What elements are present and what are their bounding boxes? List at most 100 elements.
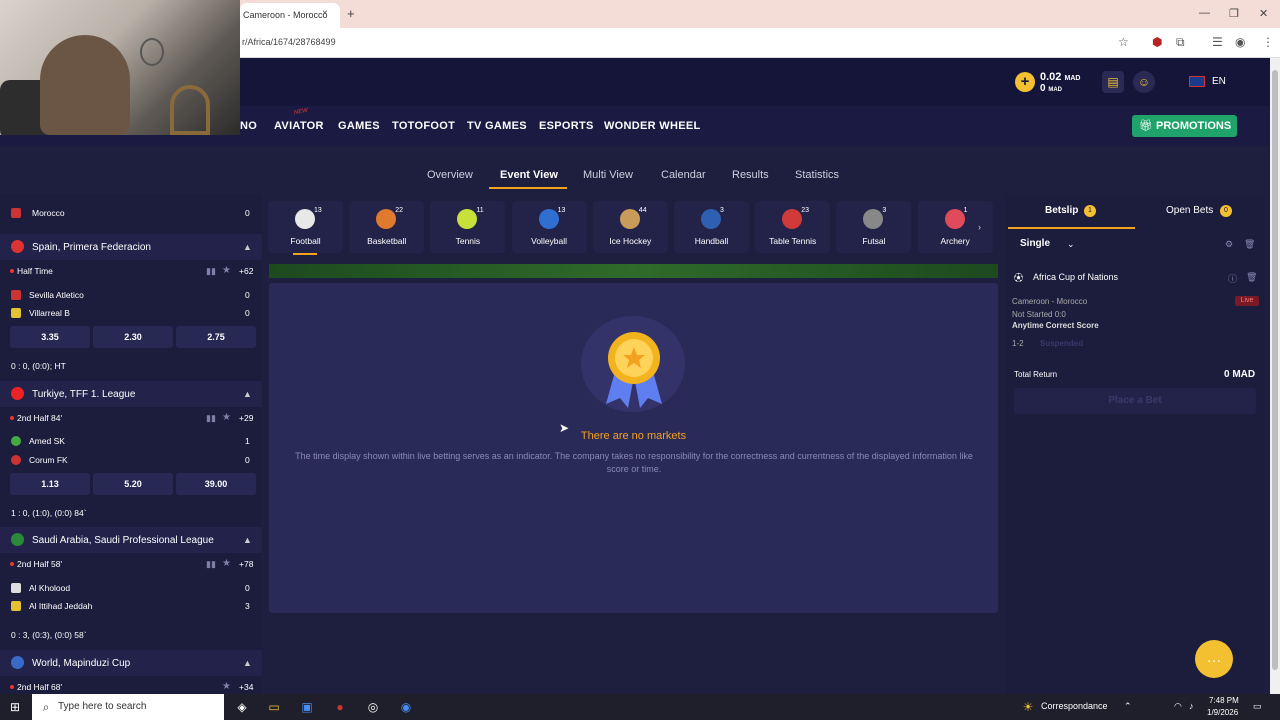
team-name[interactable]: Morocco: [32, 208, 65, 218]
taskbar-search[interactable]: Type here to search: [32, 694, 224, 720]
sport-tab-futsal[interactable]: 3 Futsal: [836, 201, 912, 253]
tray-chevron-icon[interactable]: ⌃: [1124, 701, 1132, 712]
tab-multi-view[interactable]: Multi View: [583, 169, 633, 181]
uk-flag-icon[interactable]: [1189, 76, 1205, 87]
sport-tab-volleyball[interactable]: 13 Volleyball: [511, 201, 587, 253]
tab-betslip[interactable]: Betslip: [1045, 205, 1078, 216]
place-bet-button[interactable]: Place a Bet: [1014, 388, 1256, 414]
tab-overview[interactable]: Overview: [427, 169, 473, 181]
nav-wonder-wheel[interactable]: WONDER WHEEL: [604, 120, 700, 132]
star-bookmark-icon[interactable]: ☆: [1118, 35, 1129, 49]
speaker-icon[interactable]: ♪: [1189, 701, 1194, 711]
windows-start-icon[interactable]: ⊞: [6, 698, 24, 716]
nav-esports[interactable]: ESPORTS: [539, 120, 594, 132]
weather-text[interactable]: Correspondance: [1041, 701, 1108, 711]
odd-button[interactable]: 2.75: [176, 326, 256, 348]
sport-tab-ice-hockey[interactable]: 44 Ice Hockey: [592, 201, 668, 253]
coupon-icon[interactable]: ▤: [1102, 71, 1124, 93]
more-markets-count[interactable]: +78: [239, 559, 253, 569]
more-markets-count[interactable]: +34: [239, 682, 253, 692]
odd-button[interactable]: 5.20: [93, 473, 173, 495]
team-name[interactable]: Al Kholood: [29, 583, 70, 593]
stats-icon[interactable]: ▮▮: [206, 413, 216, 424]
copilot-icon[interactable]: ◈: [233, 698, 251, 716]
language-selector[interactable]: EN: [1212, 76, 1226, 87]
puzzle-icon[interactable]: ⧉: [1176, 35, 1185, 50]
chevron-up-icon[interactable]: ▲: [243, 535, 252, 545]
tab-statistics[interactable]: Statistics: [795, 169, 839, 181]
nav-aviator[interactable]: AVIATOR: [274, 120, 324, 132]
favorite-star-icon[interactable]: ★: [222, 412, 231, 423]
team-name[interactable]: Sevilla Atletico: [29, 290, 84, 300]
stats-icon[interactable]: ▮▮: [206, 266, 216, 277]
match-result: 1 : 0, (1:0), (0:0) 84`: [11, 508, 87, 518]
team-name[interactable]: Villarreal B: [29, 308, 70, 318]
wifi-icon[interactable]: ◠: [1174, 701, 1182, 712]
sport-tab-tennis[interactable]: 11 Tennis: [430, 201, 506, 253]
clock-date[interactable]: 1/9/2026: [1207, 708, 1238, 717]
odd-button[interactable]: 3.35: [10, 326, 90, 348]
chevron-up-icon[interactable]: ▲: [243, 389, 252, 399]
chevron-up-icon[interactable]: ▲: [243, 658, 252, 668]
favorite-star-icon[interactable]: ★: [222, 558, 231, 569]
chevron-up-icon[interactable]: ▲: [243, 242, 252, 252]
tab-results[interactable]: Results: [732, 169, 769, 181]
odd-button[interactable]: 2.30: [93, 326, 173, 348]
gear-icon[interactable]: ⚙: [1225, 239, 1233, 250]
new-tab-button[interactable]: +: [347, 6, 355, 21]
chat-icon[interactable]: …: [1195, 640, 1233, 678]
team-name[interactable]: Amed SK: [29, 436, 65, 446]
tab-open-bets[interactable]: Open Bets: [1166, 205, 1213, 216]
sport-tab-football[interactable]: 13 Football: [268, 201, 343, 253]
league-name[interactable]: World, Mapinduzi Cup: [32, 658, 130, 669]
favorite-star-icon[interactable]: ★: [222, 265, 231, 276]
team-name[interactable]: Corum FK: [29, 455, 68, 465]
odd-button[interactable]: 39.00: [176, 473, 256, 495]
trash-icon[interactable]: 🗑︎: [1246, 272, 1257, 283]
nav-tv-games[interactable]: TV GAMES: [467, 120, 527, 132]
league-name[interactable]: Saudi Arabia, Saudi Professional League: [32, 535, 214, 546]
stats-icon[interactable]: ▮▮: [206, 559, 216, 570]
clock-time[interactable]: 7:48 PM: [1209, 696, 1239, 705]
close-window-button[interactable]: ✕: [1259, 7, 1268, 20]
minimize-button[interactable]: —: [1199, 7, 1210, 19]
chevron-right-icon[interactable]: ›: [978, 222, 981, 232]
nav-games[interactable]: GAMES: [338, 120, 380, 132]
more-markets-count[interactable]: +62: [239, 266, 253, 276]
notification-icon[interactable]: ▭: [1253, 701, 1262, 712]
app-icon[interactable]: ◎: [364, 698, 382, 716]
league-name[interactable]: Turkiye, TFF 1. League: [32, 389, 135, 400]
playlist-icon[interactable]: ☰: [1212, 35, 1223, 49]
maximize-button[interactable]: ❐: [1229, 7, 1239, 20]
url-text[interactable]: r/Africa/1674/28768499: [242, 37, 336, 47]
sport-tab-handball[interactable]: 3 Handball: [674, 201, 749, 253]
tab-close-icon[interactable]: ×: [322, 8, 328, 19]
nav-totofoot[interactable]: TOTOFOOT: [392, 120, 455, 132]
balance-coin-icon[interactable]: +: [1015, 72, 1035, 92]
more-markets-count[interactable]: +29: [239, 413, 253, 423]
tab-event-view[interactable]: Event View: [500, 169, 558, 181]
mouse-cursor-icon: ➤: [559, 421, 570, 435]
store-icon[interactable]: ▣: [298, 698, 316, 716]
sport-tab-basketball[interactable]: 22 Basketball: [349, 201, 425, 253]
profile-icon[interactable]: ◉: [1235, 35, 1245, 49]
league-name[interactable]: Spain, Primera Federacion: [32, 242, 151, 253]
scrollbar-thumb[interactable]: [1272, 70, 1278, 670]
tab-calendar[interactable]: Calendar: [661, 169, 706, 181]
bet-type-dropdown[interactable]: Single: [1020, 238, 1050, 249]
favorite-star-icon[interactable]: ★: [222, 681, 231, 692]
app-icon[interactable]: ●: [331, 698, 349, 716]
user-account-icon[interactable]: ☺: [1133, 71, 1155, 93]
odd-button[interactable]: 1.13: [10, 473, 90, 495]
sport-tab-table-tennis[interactable]: 23 Table Tennis: [755, 201, 831, 253]
menu-dots-icon[interactable]: ⋮: [1262, 35, 1274, 49]
info-icon[interactable]: ⓘ: [1228, 272, 1237, 285]
nav-casino[interactable]: NO: [240, 120, 257, 132]
file-explorer-icon[interactable]: ▭: [265, 698, 283, 716]
chevron-down-icon[interactable]: ⌄: [1067, 239, 1075, 250]
trash-icon[interactable]: 🗑︎: [1244, 239, 1255, 250]
extension-icon[interactable]: ⬢: [1152, 35, 1162, 49]
team-name[interactable]: Al Ittihad Jeddah: [29, 601, 92, 611]
chrome-icon[interactable]: ◉: [397, 698, 415, 716]
sport-tab-archery[interactable]: 1 Archery: [917, 201, 993, 253]
